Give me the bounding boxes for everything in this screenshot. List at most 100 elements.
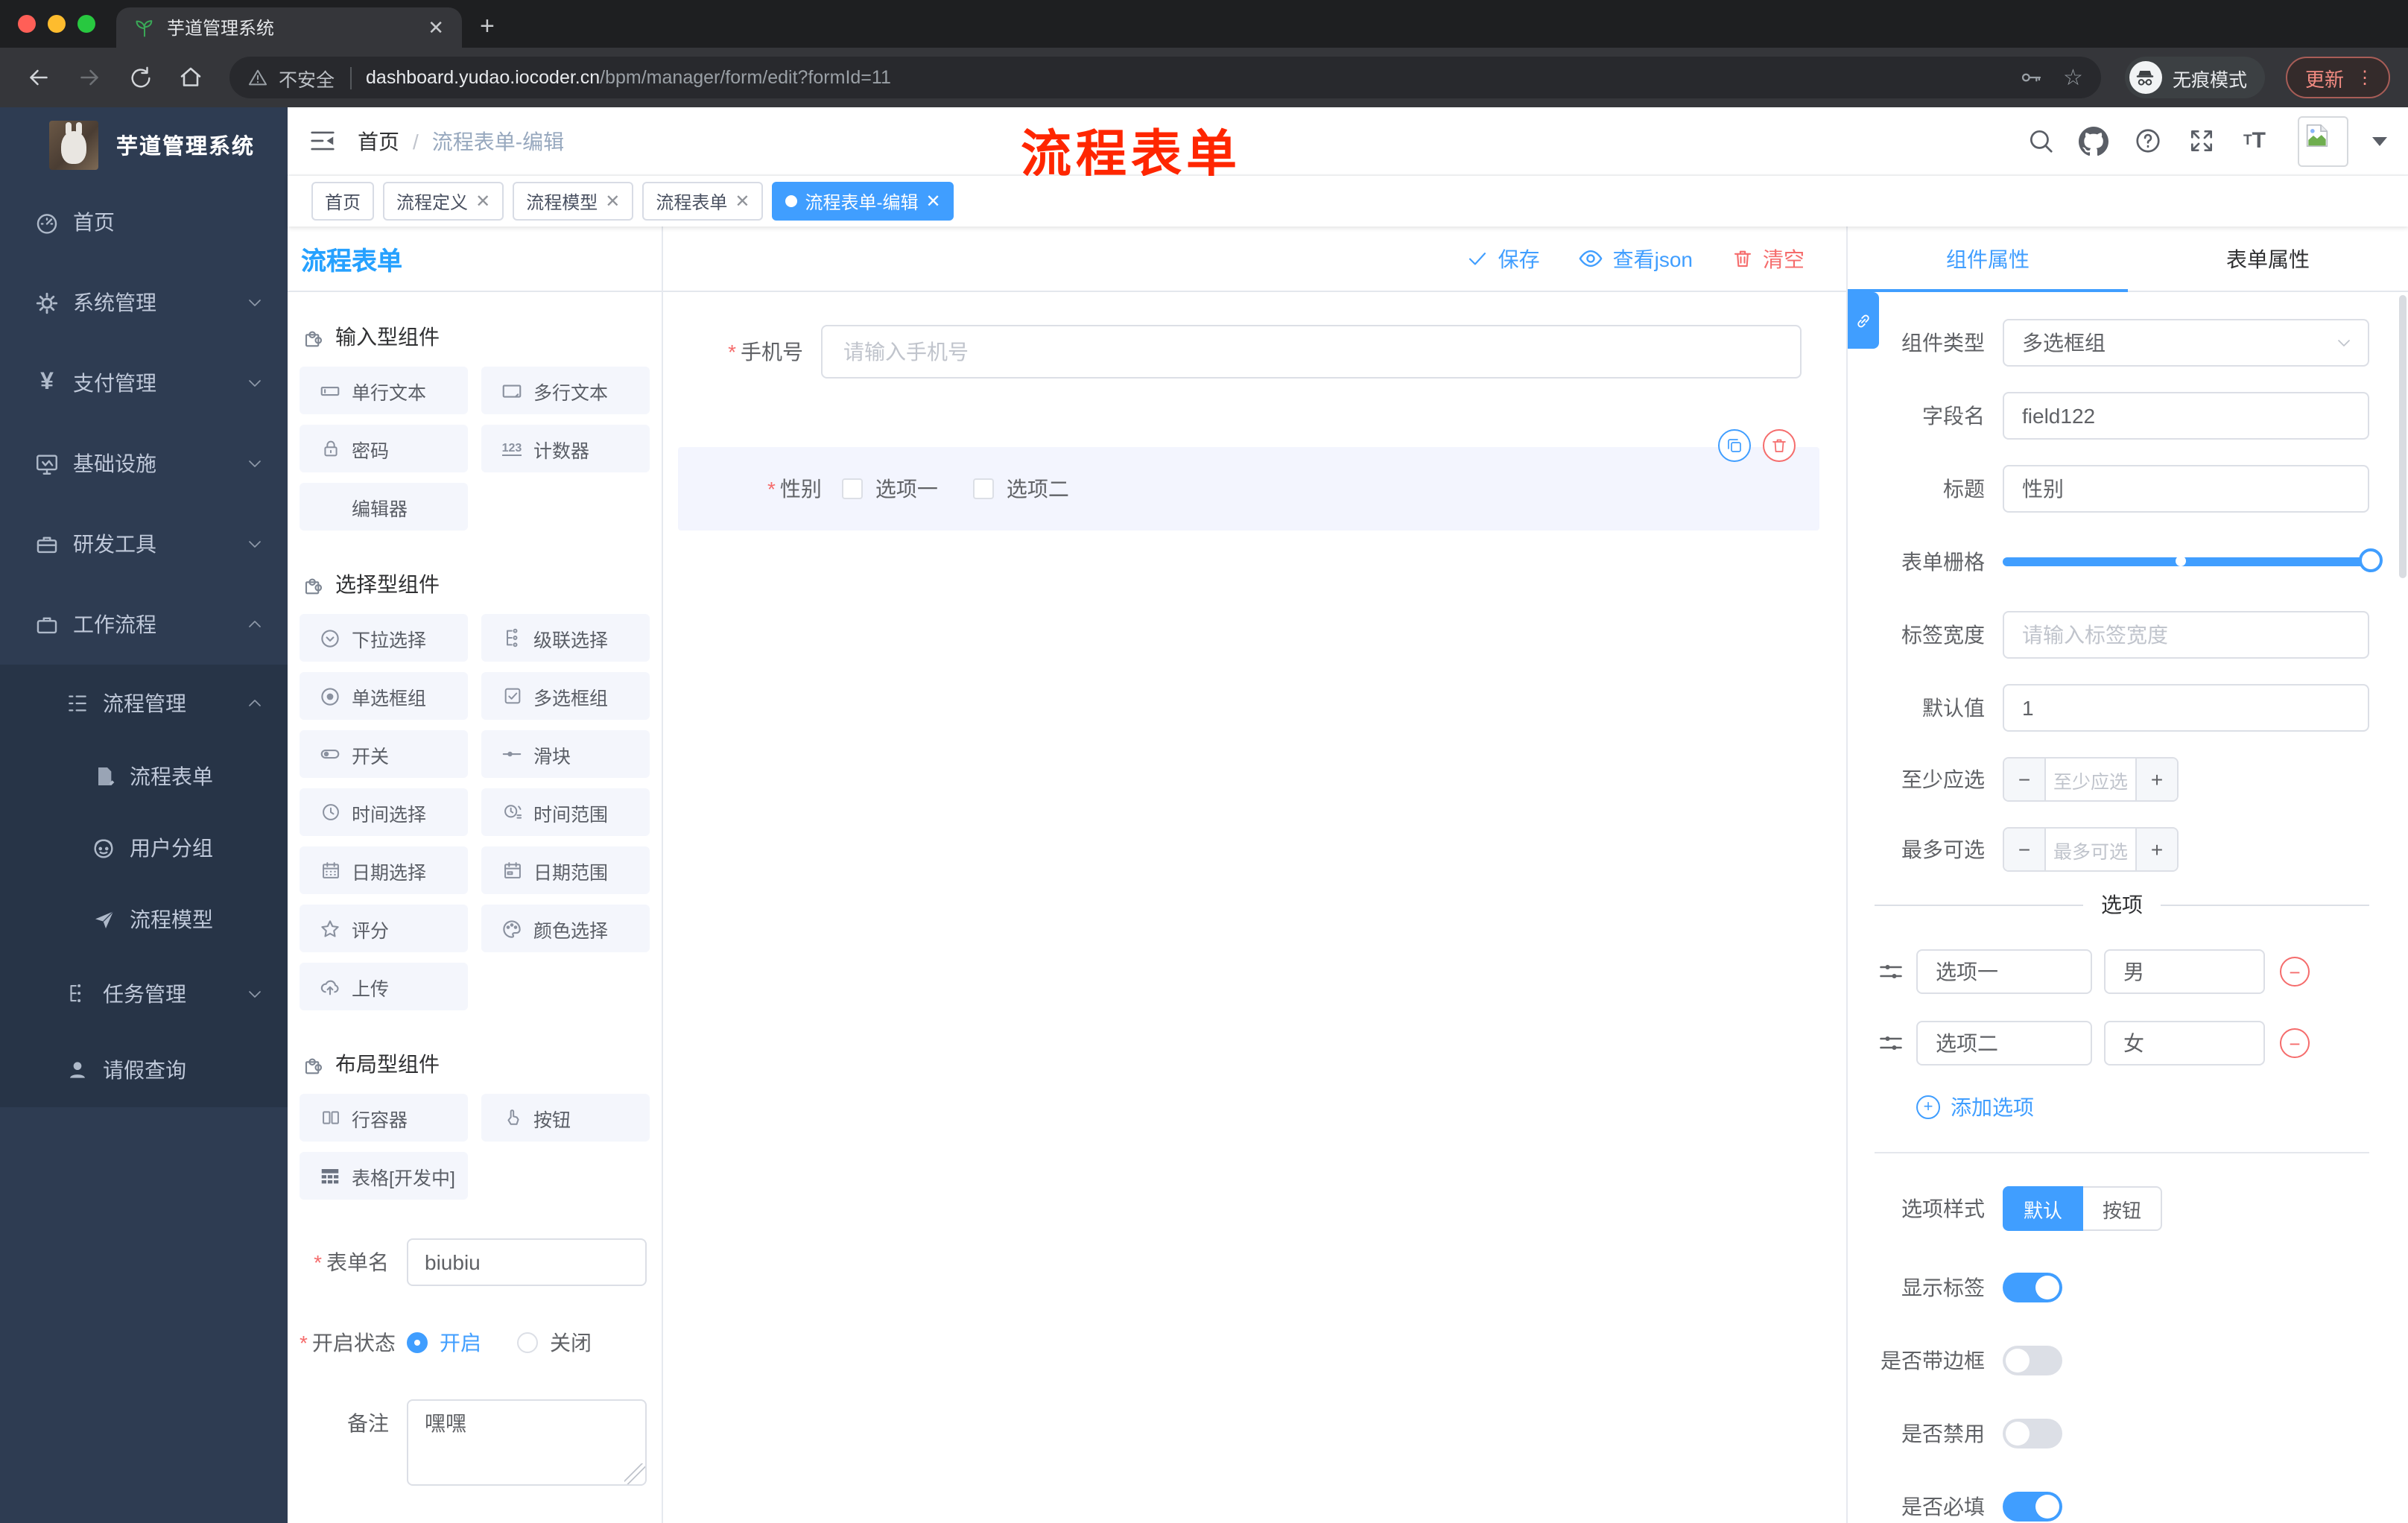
component-switch[interactable]: 开关 (300, 730, 468, 778)
radio-on-icon[interactable] (407, 1332, 428, 1353)
sidebar-item-leave-query[interactable]: 请假查询 (0, 1031, 288, 1107)
tab-component-props[interactable]: 组件属性 (1848, 227, 2128, 292)
tab-form-props[interactable]: 表单属性 (2128, 227, 2408, 291)
tab-close-icon[interactable]: ✕ (422, 16, 450, 39)
font-size-icon[interactable]: TT (2238, 128, 2271, 153)
sidebar-item-payment[interactable]: ¥ 支付管理 (0, 343, 288, 423)
tag-process-model[interactable]: 流程模型 ✕ (513, 182, 634, 221)
sidebar-item-process-form[interactable]: 流程表单 (0, 741, 288, 812)
minimize-window-button[interactable] (48, 15, 66, 33)
component-radio-group[interactable]: 单选框组 (300, 672, 468, 720)
avatar-caret-icon[interactable] (2372, 136, 2387, 145)
phone-input[interactable] (821, 325, 1802, 379)
sidebar-item-process-model[interactable]: 流程模型 (0, 884, 288, 955)
view-json-button[interactable]: 查看json (1579, 244, 1693, 273)
option-value-input[interactable] (2104, 1021, 2265, 1066)
component-time-picker[interactable]: 时间选择 (300, 788, 468, 836)
option-name-input[interactable] (1916, 1021, 2092, 1066)
disabled-toggle[interactable] (2003, 1419, 2062, 1448)
component-slider[interactable]: 滑块 (481, 730, 650, 778)
tag-process-form-edit[interactable]: 流程表单-编辑 ✕ (772, 182, 954, 221)
save-button[interactable]: 保存 (1467, 244, 1540, 273)
component-single-line-text[interactable]: 单行文本 (300, 367, 468, 414)
checkbox-icon[interactable] (973, 478, 995, 499)
help-icon[interactable] (2131, 127, 2164, 155)
add-option-button[interactable]: + 添加选项 (1916, 1092, 2369, 1122)
sidebar-collapse-icon[interactable] (308, 127, 337, 155)
window-controls[interactable] (18, 15, 95, 33)
component-color-picker[interactable]: 颜色选择 (481, 905, 650, 952)
new-tab-button[interactable]: + (480, 12, 495, 42)
component-cascader[interactable]: 级联选择 (481, 614, 650, 662)
url-bar[interactable]: 不安全 dashboard.yudao.iocoder.cn/bpm/manag… (229, 57, 2101, 98)
checkbox-icon[interactable] (842, 478, 864, 499)
delete-field-button[interactable] (1763, 429, 1796, 462)
bookmark-star-icon[interactable]: ☆ (2063, 64, 2083, 91)
border-toggle[interactable] (2003, 1346, 2062, 1375)
breadcrumb-home[interactable]: 首页 (358, 126, 399, 156)
link-fold-button[interactable] (1848, 292, 1879, 349)
sidebar-item-infra[interactable]: 基础设施 (0, 423, 288, 504)
component-button[interactable]: 按钮 (481, 1094, 650, 1142)
option-value-input[interactable] (2104, 949, 2265, 994)
tag-process-definition[interactable]: 流程定义 ✕ (383, 182, 504, 221)
sidebar-item-task-mgmt[interactable]: 任务管理 (0, 955, 288, 1031)
option-name-input[interactable] (1916, 949, 2092, 994)
component-type-select[interactable]: 多选框组 (2003, 319, 2369, 367)
component-time-range[interactable]: 时间范围 (481, 788, 650, 836)
component-password[interactable]: 密码 (300, 425, 468, 472)
component-date-picker[interactable]: 日期选择 (300, 846, 468, 894)
avatar[interactable] (2298, 115, 2348, 166)
title-input[interactable] (2003, 465, 2369, 513)
maximize-window-button[interactable] (77, 15, 95, 33)
sidebar-item-workflow[interactable]: 工作流程 (0, 584, 288, 665)
component-multi-line-text[interactable]: 多行文本 (481, 367, 650, 414)
gender-option-1[interactable]: 选项一 (875, 474, 938, 504)
tag-process-form[interactable]: 流程表单 ✕ (642, 182, 764, 221)
plus-icon[interactable]: + (2135, 759, 2177, 800)
sidebar-item-home[interactable]: 首页 (0, 182, 288, 262)
sidebar-item-devtools[interactable]: 研发工具 (0, 504, 288, 584)
component-checkbox-group[interactable]: 多选框组 (481, 672, 650, 720)
close-icon[interactable]: ✕ (735, 191, 750, 212)
status-off-label[interactable]: 关闭 (550, 1328, 592, 1358)
show-label-toggle[interactable] (2003, 1273, 2062, 1302)
copy-field-button[interactable] (1718, 429, 1751, 462)
radio-off-icon[interactable] (517, 1332, 538, 1353)
field-name-input[interactable] (2003, 392, 2369, 440)
sidebar-item-process-mgmt[interactable]: 流程管理 (0, 665, 288, 741)
clear-button[interactable]: 清空 (1731, 244, 1805, 273)
remove-option-icon[interactable]: − (2280, 957, 2310, 987)
fullscreen-icon[interactable] (2184, 127, 2217, 155)
home-icon[interactable] (170, 57, 212, 98)
reload-icon[interactable] (119, 57, 161, 98)
back-icon[interactable] (18, 57, 60, 98)
scrollbar-thumb[interactable] (2399, 295, 2407, 578)
gender-field-selected[interactable]: 性别 选项一 选项二 (678, 429, 1819, 531)
gender-option-2[interactable]: 选项二 (1007, 474, 1069, 504)
required-toggle[interactable] (2003, 1492, 2062, 1522)
close-window-button[interactable] (18, 15, 36, 33)
close-icon[interactable]: ✕ (475, 191, 490, 212)
sidebar-item-user-group[interactable]: 用户分组 (0, 812, 288, 884)
sidebar-item-system[interactable]: 系统管理 (0, 262, 288, 343)
component-date-range[interactable]: 日期范围 (481, 846, 650, 894)
remark-textarea[interactable]: 嘿嘿 (407, 1399, 647, 1486)
component-upload[interactable]: 上传 (300, 963, 468, 1010)
browser-menu-kebab-icon[interactable]: ⋮ (2356, 69, 2374, 86)
drag-handle-icon[interactable] (1878, 958, 1904, 985)
minus-icon[interactable]: − (2004, 829, 2046, 870)
phone-field-row[interactable]: 手机号 (678, 325, 1825, 379)
component-counter[interactable]: 123 计数器 (481, 425, 650, 472)
min-select-value[interactable]: 至少应选 (2046, 759, 2135, 800)
slider-handle[interactable] (2359, 548, 2383, 572)
remove-option-icon[interactable]: − (2280, 1028, 2310, 1058)
browser-tab[interactable]: 芋道管理系统 ✕ (116, 7, 462, 48)
minus-icon[interactable]: − (2004, 759, 2046, 800)
form-name-input[interactable] (407, 1238, 647, 1286)
status-on-label[interactable]: 开启 (440, 1328, 481, 1358)
drag-handle-icon[interactable] (1878, 1030, 1904, 1057)
style-default-button[interactable]: 默认 (2003, 1186, 2084, 1231)
browser-update-button[interactable]: 更新 ⋮ (2285, 57, 2390, 98)
tag-home[interactable]: 首页 (311, 182, 375, 221)
